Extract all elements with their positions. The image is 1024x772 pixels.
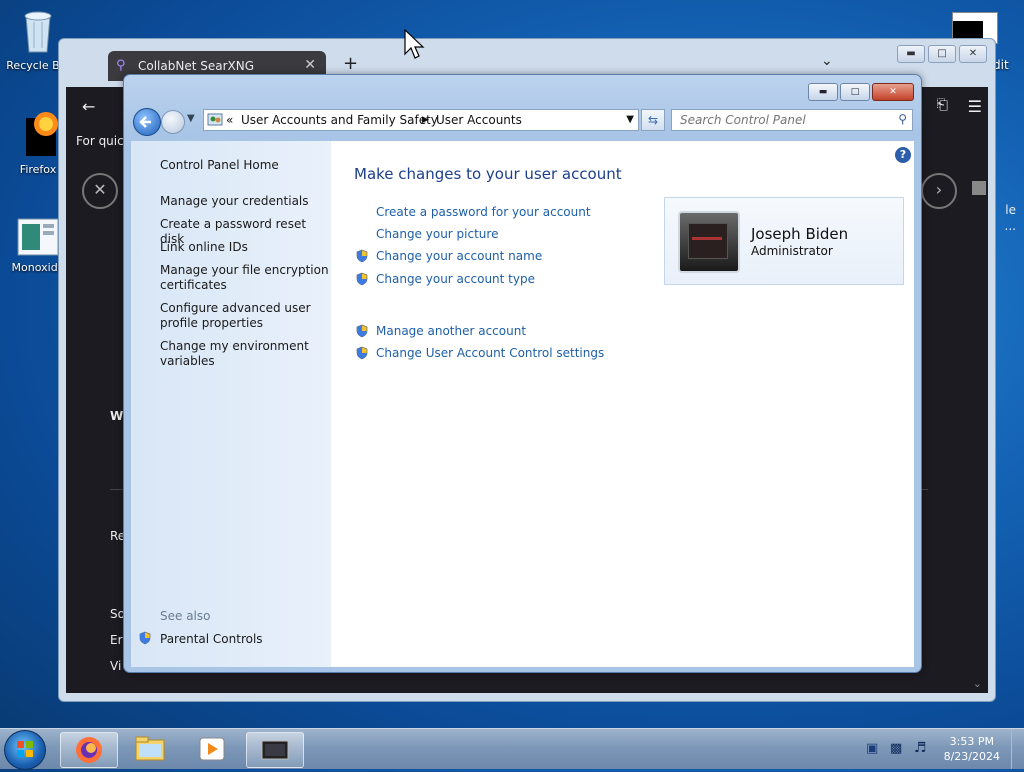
address-bar[interactable]: « User Accounts and Family Safety ▶ User… [203,109,639,131]
forward-button[interactable] [161,110,185,134]
change-uac-settings-link[interactable]: Change User Account Control settings [376,346,604,360]
page-text-er: Er [110,633,123,647]
refresh-button[interactable]: ⇆ [641,109,665,131]
mouse-cursor-icon [404,29,425,59]
volume-tray-icon[interactable]: ♬ [914,740,927,756]
extensions-icon[interactable]: ⎗ [937,97,948,113]
search-box[interactable]: ⚲ [671,109,913,131]
clock-date: 8/23/2024 [943,750,1000,763]
breadcrumb-separator-icon[interactable]: ▶ [422,115,429,125]
search-icon[interactable]: ⚲ [898,112,907,126]
desktop-icon-label: Monoxide [11,261,65,274]
media-player-icon [199,737,225,761]
back-button[interactable] [133,108,161,136]
minimize-button[interactable]: ▬ [897,45,925,63]
maximize-button[interactable]: □ [928,45,956,63]
display-tray-icon[interactable]: ▩ [890,741,902,756]
shield-icon [356,346,368,360]
page-text-w: W [110,409,124,423]
breadcrumb-root[interactable]: « [226,113,233,127]
window-icon [261,740,289,760]
control-panel-window[interactable]: ▬ □ ✕ ▼ « User Accounts and Family Safety … [123,74,922,673]
account-role: Administrator [751,244,833,258]
new-tab-button[interactable]: + [343,53,358,74]
address-dropdown-icon[interactable]: ▼ [626,114,634,125]
main-content: ? Make changes to your user account Crea… [331,141,914,667]
folder-icon [135,736,165,761]
sidebar-manage-credentials[interactable]: Manage your credentials [160,194,330,209]
back-arrow-icon[interactable]: ← [82,97,95,116]
sidebar: Control Panel Home Manage your credentia… [131,141,331,667]
manage-another-account-link[interactable]: Manage another account [376,324,526,338]
create-password-link[interactable]: Create a password for your account [376,205,591,219]
shield-icon [139,631,151,645]
show-desktop-button[interactable] [1011,729,1024,769]
avatar[interactable] [678,211,740,273]
tab-close-icon[interactable]: ✕ [304,57,316,73]
shield-icon [356,324,368,338]
firefox-icon [76,737,102,763]
change-picture-link[interactable]: Change your picture [376,227,498,241]
start-button[interactable] [4,730,46,770]
change-account-type-link[interactable]: Change your account type [376,272,535,286]
page-text-vi: Vi [110,659,122,673]
breadcrumb-user-accounts-family-safety[interactable]: User Accounts and Family Safety [241,113,438,127]
shield-icon [356,272,368,286]
shield-icon [356,249,368,263]
scroll-down-icon[interactable]: ⌄ [973,677,982,690]
sidebar-parental-controls[interactable]: Parental Controls [160,632,330,647]
taskbar-media-player[interactable] [184,732,240,766]
account-name: Joseph Biden [751,225,849,243]
clock-time: 3:53 PM [949,735,994,748]
sidebar-manage-encryption-certificates[interactable]: Manage your file encryption certificates [160,263,330,293]
help-icon[interactable]: ? [895,147,911,163]
page-text-le: le [1005,203,1016,217]
menu-icon[interactable]: ☰ [968,97,982,116]
scrollbar-thumb[interactable] [972,181,986,195]
minimize-button[interactable]: ▬ [808,83,838,101]
sidebar-control-panel-home[interactable]: Control Panel Home [160,158,330,173]
sidebar-link-online-ids[interactable]: Link online IDs [160,240,330,255]
close-button[interactable]: ✕ [872,83,914,101]
close-circle-icon[interactable]: ✕ [82,173,118,209]
sidebar-change-environment-variables[interactable]: Change my environment variables [160,339,330,369]
tab-list-button[interactable]: ⌄ [821,53,833,69]
taskbar: ▣ ▩ ♬ 3:53 PM 8/23/2024 [0,728,1024,770]
system-clock[interactable]: 3:53 PM 8/23/2024 [944,734,1000,764]
search-icon: ⚲ [116,58,126,73]
desktop-icon-label: Firefox [19,163,57,176]
change-account-name-link[interactable]: Change your account name [376,249,542,263]
recent-pages-dropdown-icon[interactable]: ▼ [187,113,195,124]
breadcrumb-user-accounts[interactable]: User Accounts [436,113,522,127]
window-controls: ▬ □ ✕ [806,83,914,101]
close-button[interactable]: ✕ [959,45,987,63]
browser-window-controls: ▬ □ ✕ [894,45,987,63]
taskbar-firefox[interactable] [60,732,118,768]
tab-title: CollabNet SearXNG [138,59,255,73]
account-card: Joseph Biden Administrator [664,197,904,285]
page-title: Make changes to your user account [354,165,622,183]
network-tray-icon[interactable]: ▣ [866,741,878,756]
taskbar-control-panel[interactable] [246,732,304,768]
page-text-ellipsis: ... [1004,219,1016,233]
next-circle-icon[interactable]: › [921,173,957,209]
control-panel-icon [207,112,223,130]
maximize-button[interactable]: □ [840,83,870,101]
search-input[interactable] [678,110,892,130]
see-also-heading: See also [160,609,211,623]
taskbar-explorer[interactable] [122,732,178,766]
sidebar-configure-profile-properties[interactable]: Configure advanced user profile properti… [160,301,330,331]
